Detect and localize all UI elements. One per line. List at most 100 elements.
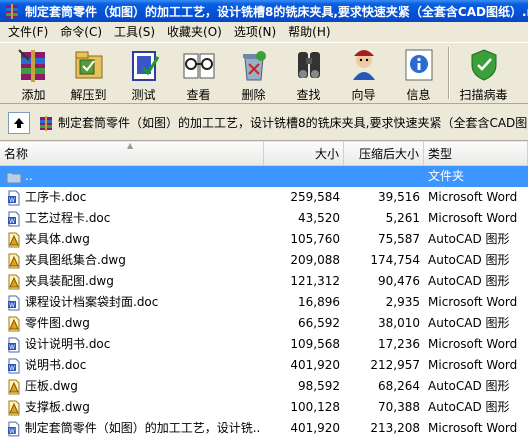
test-button[interactable]: 测试 [116,43,171,103]
file-packed-size: 90,476 [378,274,420,288]
file-type: AutoCAD 图形 [428,316,510,330]
svg-text:W: W [9,197,15,204]
file-row[interactable]: 支撑板.dwg 100,128 70,388 AutoCAD 图形 [0,397,528,418]
info-icon [405,49,432,81]
file-name: .. [25,169,33,183]
word-document-icon: W [8,358,20,373]
file-packed-size: 212,957 [370,358,420,372]
archive-icon [40,115,52,131]
address-path-field[interactable]: 制定套筒零件（如图）的加工工艺，设计铣槽8的铣床夹具,要求快速夹紧（全套含CAD… [38,111,528,135]
column-header-type[interactable]: 类型 [424,142,528,166]
file-size: 43,520 [298,211,340,225]
file-name-cell: 夹具图纸集合.dwg [0,250,264,271]
autocad-drawing-icon [8,253,20,268]
file-row[interactable]: 零件图.dwg 66,592 38,010 AutoCAD 图形 [0,313,528,334]
menu-help[interactable]: 帮助(H) [282,22,336,42]
file-type: AutoCAD 图形 [428,274,510,288]
column-header-size[interactable]: 大小 [264,142,344,166]
find-button[interactable]: 查找 [281,43,336,103]
toolbar: 添加 解压到 测试 查看 删除 查找 向导 信息 扫描病毒 [0,42,528,104]
file-packed-size [344,166,424,187]
virus-scan-button[interactable]: 扫描病毒 [456,43,511,103]
menu-favorites[interactable]: 收藏夹(O) [161,22,228,42]
file-name-cell: W 制定套筒零件（如图）的加工工艺，设计铣... [0,418,264,439]
menu-file[interactable]: 文件(F) [2,22,54,42]
wizard-button-label: 向导 [351,88,376,102]
menu-commands[interactable]: 命令(C) [54,22,108,42]
file-size: 109,568 [290,337,340,351]
file-size: 209,088 [290,253,340,267]
file-packed-size: 75,587 [378,232,420,246]
winrar-app-icon[interactable] [4,3,20,19]
wizard-button[interactable]: 向导 [336,43,391,103]
extract-to-icon [75,51,102,79]
file-row[interactable]: 压板.dwg 98,592 68,264 AutoCAD 图形 [0,376,528,397]
file-packed-size: 174,754 [370,253,420,267]
delete-button[interactable]: 删除 [226,43,281,103]
file-name-cell: 支撑板.dwg [0,397,264,418]
toolbar-separator [448,47,450,99]
column-header-name[interactable]: 名称 ▲ [0,142,264,166]
file-name-cell: 夹具装配图.dwg [0,271,264,292]
file-name: 工艺过程卡.doc [25,211,111,225]
file-size: 259,584 [290,190,340,204]
column-header-packed[interactable]: 压缩后大小 [344,142,424,166]
svg-text:W: W [9,365,15,372]
file-size: 105,760 [290,232,340,246]
file-name: 夹具体.dwg [25,232,90,246]
up-arrow-icon [14,117,24,128]
file-row[interactable]: W 工艺过程卡.doc 43,520 5,261 Microsoft Word [0,208,528,229]
extract-to-button-label: 解压到 [70,88,107,102]
file-size: 401,920 [290,358,340,372]
view-button-label: 查看 [186,88,211,102]
file-name-cell: 压板.dwg [0,376,264,397]
file-size: 401,920 [290,421,340,435]
word-document-icon: W [8,337,20,352]
svg-text:W: W [9,302,15,309]
address-bar: 制定套筒零件（如图）的加工工艺，设计铣槽8的铣床夹具,要求快速夹紧（全套含CAD… [0,105,528,141]
parent-folder-row[interactable]: .. 文件夹 [0,166,528,187]
menu-options[interactable]: 选项(N) [228,22,282,42]
info-button[interactable]: 信息 [391,43,446,103]
file-list: 名称 ▲ 大小 压缩后大小 类型 .. 文件夹 W 工序卡.doc 259,584 39,… [0,142,528,443]
add-button-label: 添加 [21,88,46,102]
file-name: 支撑板.dwg [25,400,90,414]
file-row[interactable]: W 设计说明书.doc 109,568 17,236 Microsoft Word [0,334,528,355]
file-packed-size: 68,264 [378,379,420,393]
file-packed-size: 5,261 [385,211,420,225]
file-packed-size: 2,935 [385,295,420,309]
autocad-drawing-icon [8,379,20,394]
file-name-cell: W 说明书.doc [0,355,264,376]
wizard-icon [352,50,375,80]
file-row[interactable]: W 制定套筒零件（如图）的加工工艺，设计铣... 401,920 213,208 Mic… [0,418,528,439]
file-name-cell: 夹具体.dwg [0,229,264,250]
folder-icon [6,172,22,183]
up-folder-button[interactable] [8,111,30,134]
file-row[interactable]: W 工序卡.doc 259,584 39,516 Microsoft Word [0,187,528,208]
virus-scan-button-label: 扫描病毒 [459,88,508,102]
file-type: Microsoft Word [428,190,518,204]
file-row[interactable]: W 说明书.doc 401,920 212,957 Microsoft Word [0,355,528,376]
file-type: Microsoft Word [428,295,518,309]
svg-text:W: W [9,428,15,434]
view-button[interactable]: 查看 [171,43,226,103]
file-packed-size: 38,010 [378,316,420,330]
file-row[interactable]: 夹具装配图.dwg 121,312 90,476 AutoCAD 图形 [0,271,528,292]
delete-button-label: 删除 [241,88,266,102]
file-type: Microsoft Word [428,358,518,372]
add-button[interactable]: 添加 [6,43,61,103]
file-row[interactable]: W 课程设计档案袋封面.doc 16,896 2,935 Microsoft Word [0,292,528,313]
word-document-icon: W [8,211,20,226]
sort-ascending-icon: ▲ [127,142,134,150]
file-type: Microsoft Word [428,421,518,435]
svg-text:W: W [9,218,15,225]
file-row[interactable]: 夹具体.dwg 105,760 75,587 AutoCAD 图形 [0,229,528,250]
word-document-icon: W [8,190,20,205]
extract-to-button[interactable]: 解压到 [61,43,116,103]
word-document-icon: W [8,295,20,310]
test-icon [131,51,159,81]
title-bar[interactable]: 制定套筒零件（如图）的加工工艺，设计铣槽8的铣床夹具,要求快速夹紧（全套含CAD… [0,0,528,22]
file-name-cell: 零件图.dwg [0,313,264,334]
file-row[interactable]: 夹具图纸集合.dwg 209,088 174,754 AutoCAD 图形 [0,250,528,271]
menu-tools[interactable]: 工具(S) [108,22,161,42]
